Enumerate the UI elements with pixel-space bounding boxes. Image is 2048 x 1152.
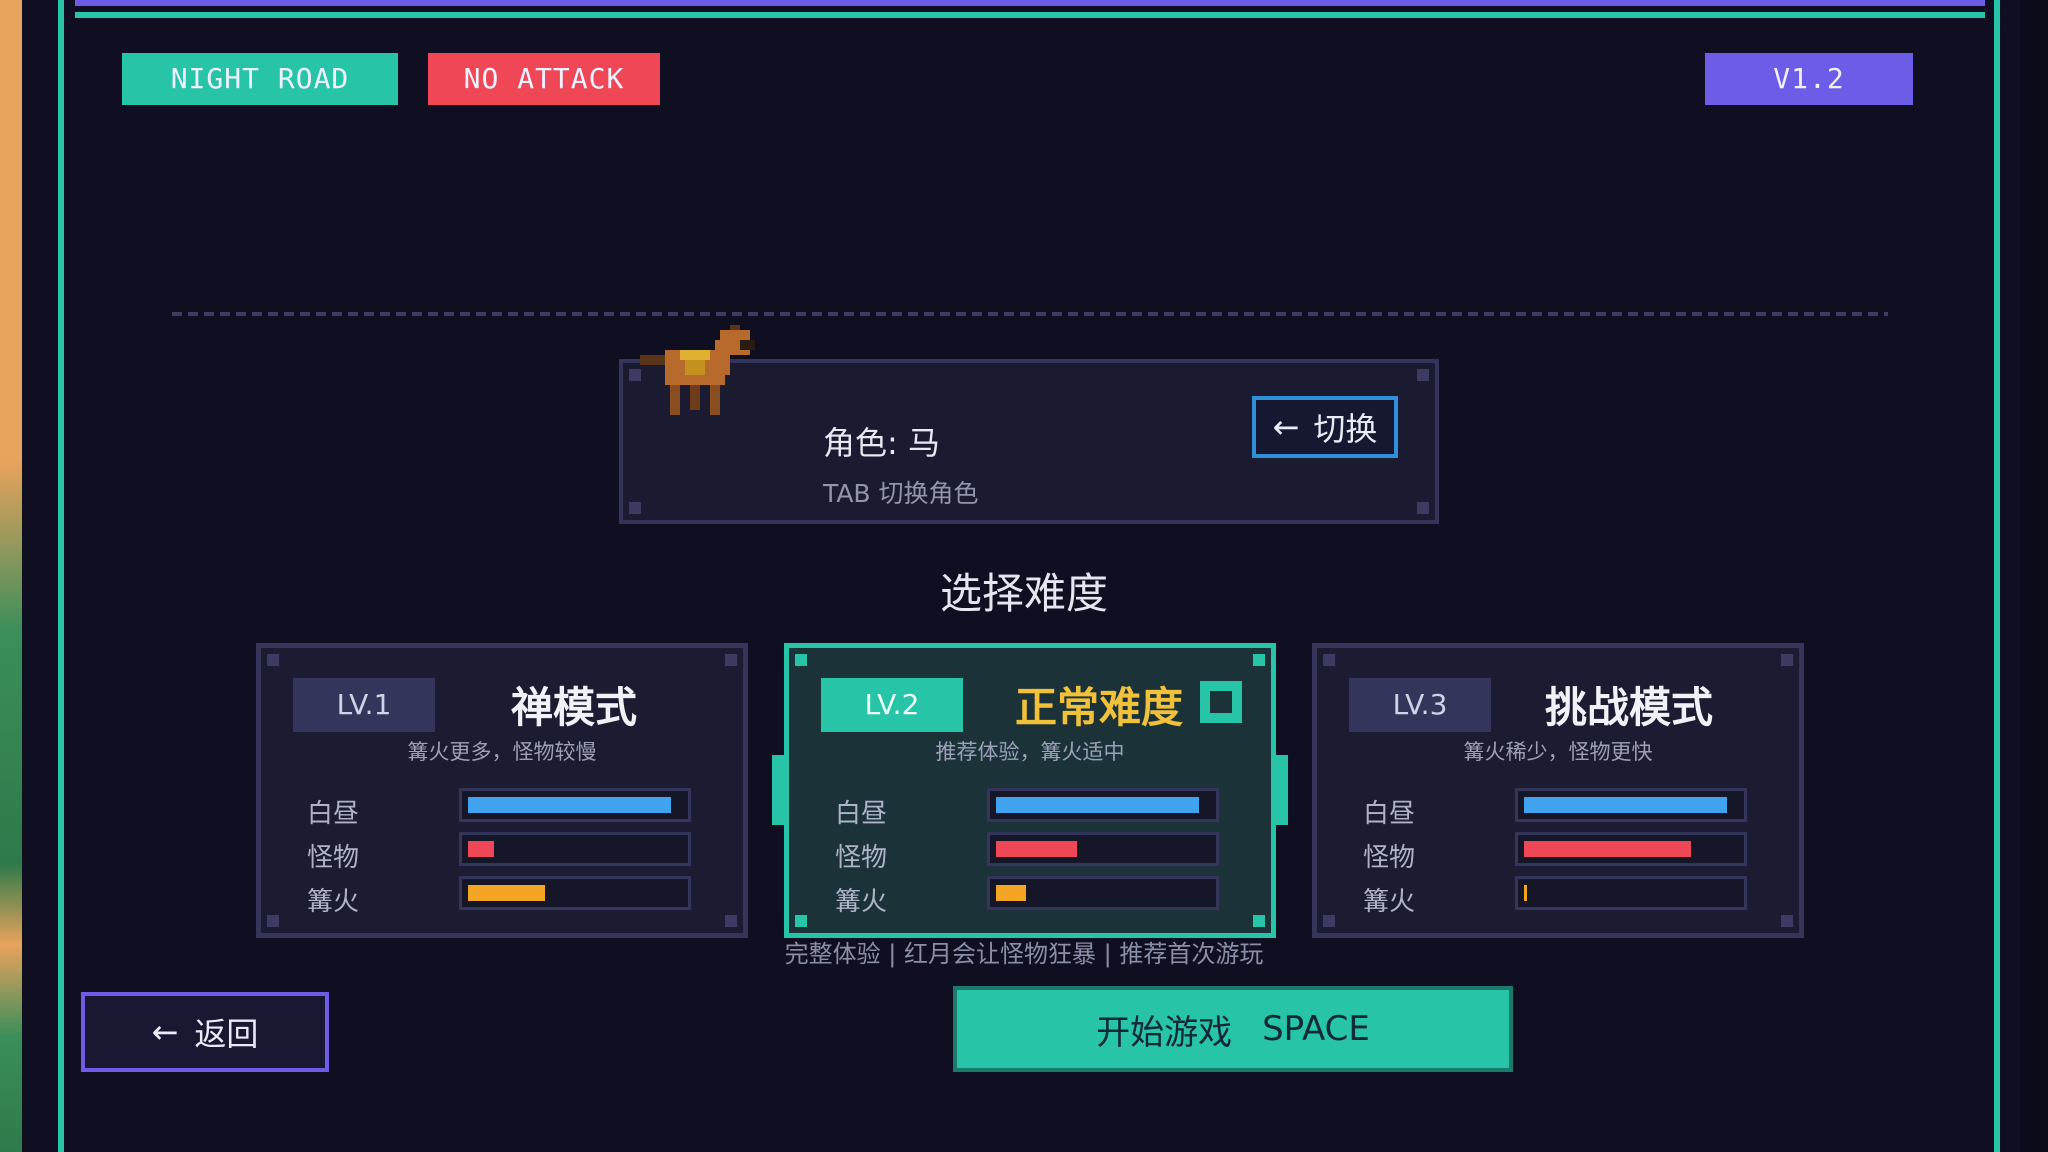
switch-button-label: 切换 bbox=[1313, 410, 1378, 448]
stat-label-campfire: 篝火 bbox=[307, 887, 360, 917]
card-corner bbox=[795, 654, 807, 666]
card-corner bbox=[1323, 654, 1335, 666]
stat-bar-campfire bbox=[987, 876, 1219, 910]
character-name: 角色: 马 bbox=[823, 424, 940, 462]
start-button-label: 开始游戏 bbox=[1096, 1012, 1233, 1053]
card-corner bbox=[725, 654, 737, 666]
level-badge: LV.3 bbox=[1349, 678, 1491, 732]
card-corner bbox=[1253, 915, 1265, 927]
card-corner bbox=[1781, 915, 1793, 927]
stat-bar-fill bbox=[1524, 797, 1727, 813]
difficulty-description: 篝火更多，怪物较慢 bbox=[407, 740, 597, 764]
switch-character-button[interactable]: ← 切换 bbox=[1252, 396, 1398, 458]
back-button[interactable]: ← 返回 bbox=[81, 992, 329, 1072]
stat-label-day: 白昼 bbox=[307, 799, 360, 829]
arrow-left-icon: ← bbox=[1272, 408, 1300, 446]
stat-label-day: 白昼 bbox=[1363, 799, 1416, 829]
stat-bar-day bbox=[1515, 788, 1747, 822]
card-corner bbox=[1253, 654, 1265, 666]
difficulty-name: 挑战模式 bbox=[1545, 683, 1714, 732]
selected-check-icon bbox=[1200, 681, 1242, 723]
selected-card-side-tab bbox=[772, 755, 784, 825]
card-corner bbox=[267, 915, 279, 927]
character-switch-hint: TAB 切换角色 bbox=[823, 479, 979, 508]
card-corner bbox=[795, 915, 807, 927]
panel-corner bbox=[1417, 369, 1429, 381]
select-difficulty-title: 选择难度 bbox=[939, 569, 1108, 618]
stat-bar-day bbox=[987, 788, 1219, 822]
stat-bar-day bbox=[459, 788, 691, 822]
stat-bar-monster bbox=[459, 832, 691, 866]
card-corner bbox=[1323, 915, 1335, 927]
level-badge: LV.2 bbox=[821, 678, 963, 732]
night-road-tag: NIGHT ROAD bbox=[122, 53, 398, 105]
arrow-left-icon: ← bbox=[151, 1013, 179, 1051]
stat-bar-fill bbox=[468, 841, 494, 857]
stat-label-monster: 怪物 bbox=[307, 843, 360, 873]
back-button-label: 返回 bbox=[194, 1015, 259, 1053]
stat-bar-monster bbox=[1515, 832, 1747, 866]
card-corner bbox=[725, 915, 737, 927]
difficulty-description: 篝火稀少，怪物更快 bbox=[1463, 740, 1653, 764]
stat-bar-fill bbox=[996, 841, 1077, 857]
card-corner bbox=[267, 654, 279, 666]
stat-label-monster: 怪物 bbox=[835, 843, 888, 873]
difficulty-card-lv3[interactable]: LV.3 挑战模式 篝火稀少，怪物更快 白昼 怪物 篝火 bbox=[1312, 643, 1804, 938]
stat-label-day: 白昼 bbox=[835, 799, 888, 829]
dashed-divider bbox=[172, 312, 1888, 316]
stat-bar-fill bbox=[468, 885, 545, 901]
panel-corner bbox=[1417, 502, 1429, 514]
stat-bar-fill bbox=[996, 797, 1199, 813]
difficulty-name: 正常难度 bbox=[1015, 683, 1184, 732]
difficulty-name: 禅模式 bbox=[511, 683, 638, 732]
panel-corner bbox=[629, 502, 641, 514]
no-attack-tag: NO ATTACK bbox=[428, 53, 660, 105]
difficulty-footnote: 完整体验 | 红月会让怪物狂暴 | 推荐首次游玩 bbox=[784, 940, 1264, 968]
stat-label-monster: 怪物 bbox=[1363, 843, 1416, 873]
stat-bar-fill bbox=[1524, 885, 1527, 901]
stat-bar-campfire bbox=[1515, 876, 1747, 910]
version-tag: V1.2 bbox=[1705, 53, 1913, 105]
selected-card-side-tab bbox=[1276, 755, 1288, 825]
stat-label-campfire: 篝火 bbox=[835, 887, 888, 917]
stat-bar-fill bbox=[1524, 841, 1691, 857]
horse-sprite-icon bbox=[640, 325, 755, 415]
difficulty-card-lv1[interactable]: LV.1 禅模式 篝火更多，怪物较慢 白昼 怪物 篝火 bbox=[256, 643, 748, 938]
difficulty-description: 推荐体验，篝火适中 bbox=[935, 740, 1125, 764]
stat-bar-fill bbox=[996, 885, 1026, 901]
stat-bar-campfire bbox=[459, 876, 691, 910]
card-corner bbox=[1781, 654, 1793, 666]
stat-bar-monster bbox=[987, 832, 1219, 866]
top-accent-bar bbox=[75, 0, 1985, 6]
difficulty-card-lv2[interactable]: LV.2 正常难度 推荐体验，篝火适中 白昼 怪物 篝火 bbox=[784, 643, 1276, 938]
start-button-key: SPACE bbox=[1262, 1009, 1370, 1049]
stat-label-campfire: 篝火 bbox=[1363, 887, 1416, 917]
start-game-button[interactable]: 开始游戏 SPACE bbox=[953, 986, 1513, 1072]
level-badge: LV.1 bbox=[293, 678, 435, 732]
stat-bar-fill bbox=[468, 797, 671, 813]
frame-top-line bbox=[75, 12, 1985, 18]
